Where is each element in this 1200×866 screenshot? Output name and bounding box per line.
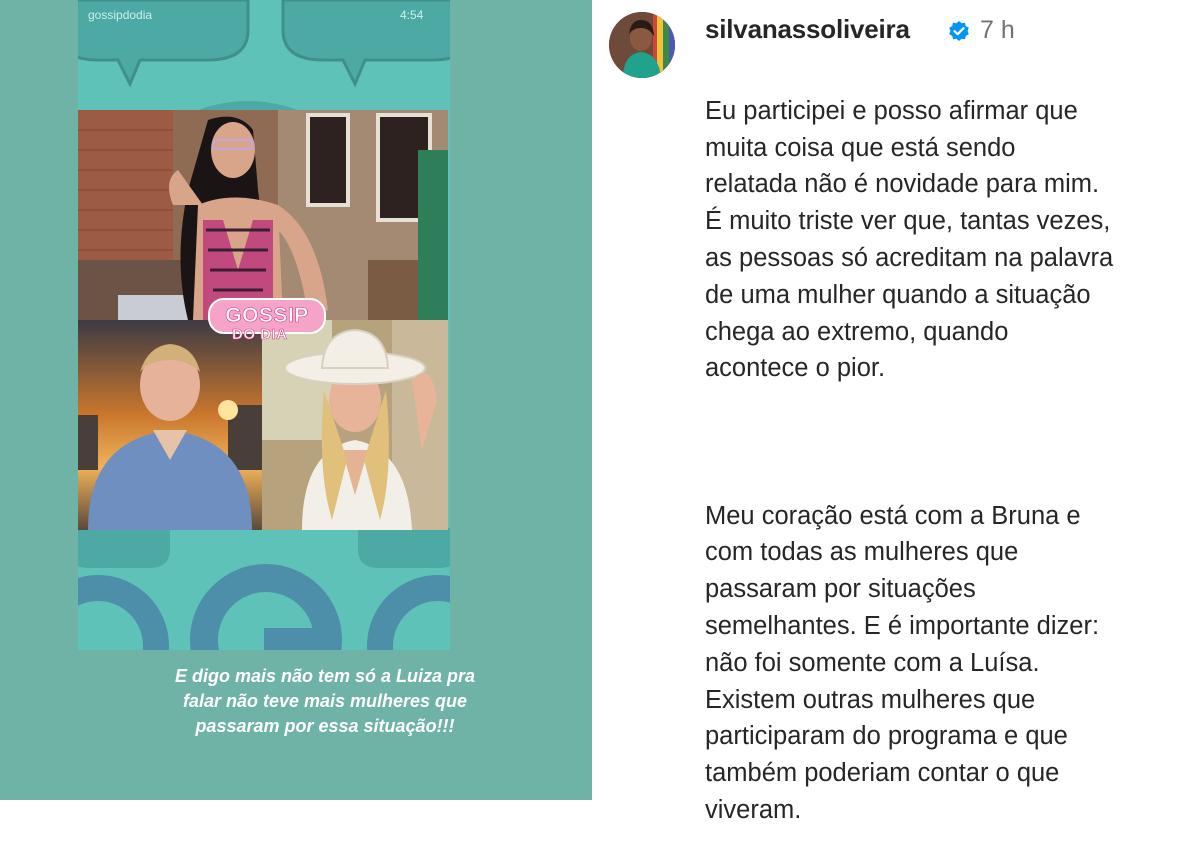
story-username[interactable]: gossipdodia: [88, 8, 152, 22]
story-caption: E digo mais não tem só a Luiza pra falar…: [174, 666, 476, 736]
comment-username[interactable]: silvanassoliveira: [705, 14, 910, 45]
logo-subtext: DO DIA: [232, 326, 288, 344]
story-panel: gossipdodia 4:54 GOSSIP DO DIA E digo ma…: [0, 0, 592, 800]
photo-man-sunset: [78, 320, 262, 530]
comment-panel: silvanassoliveira 7 h Eu participei e po…: [592, 0, 1200, 824]
photo-woman-hat: [262, 320, 448, 530]
story-time: 4:54: [400, 8, 424, 22]
comment-paragraph-1: Eu participei e posso afirmar que muita …: [705, 96, 1114, 383]
photo-woman-porch: [78, 110, 448, 320]
g-letter-pattern: [78, 528, 450, 650]
gossip-do-dia-logo: GOSSIP DO DIA: [206, 296, 326, 350]
comment-body: Eu participei e posso afirmar que muita …: [705, 56, 1195, 866]
avatar[interactable]: [609, 12, 675, 78]
comment-paragraph-2: Meu coração está com a Bruna e com todas…: [705, 501, 1100, 824]
comment-time: 7 h: [980, 16, 1015, 44]
verified-badge-icon: [949, 21, 969, 41]
